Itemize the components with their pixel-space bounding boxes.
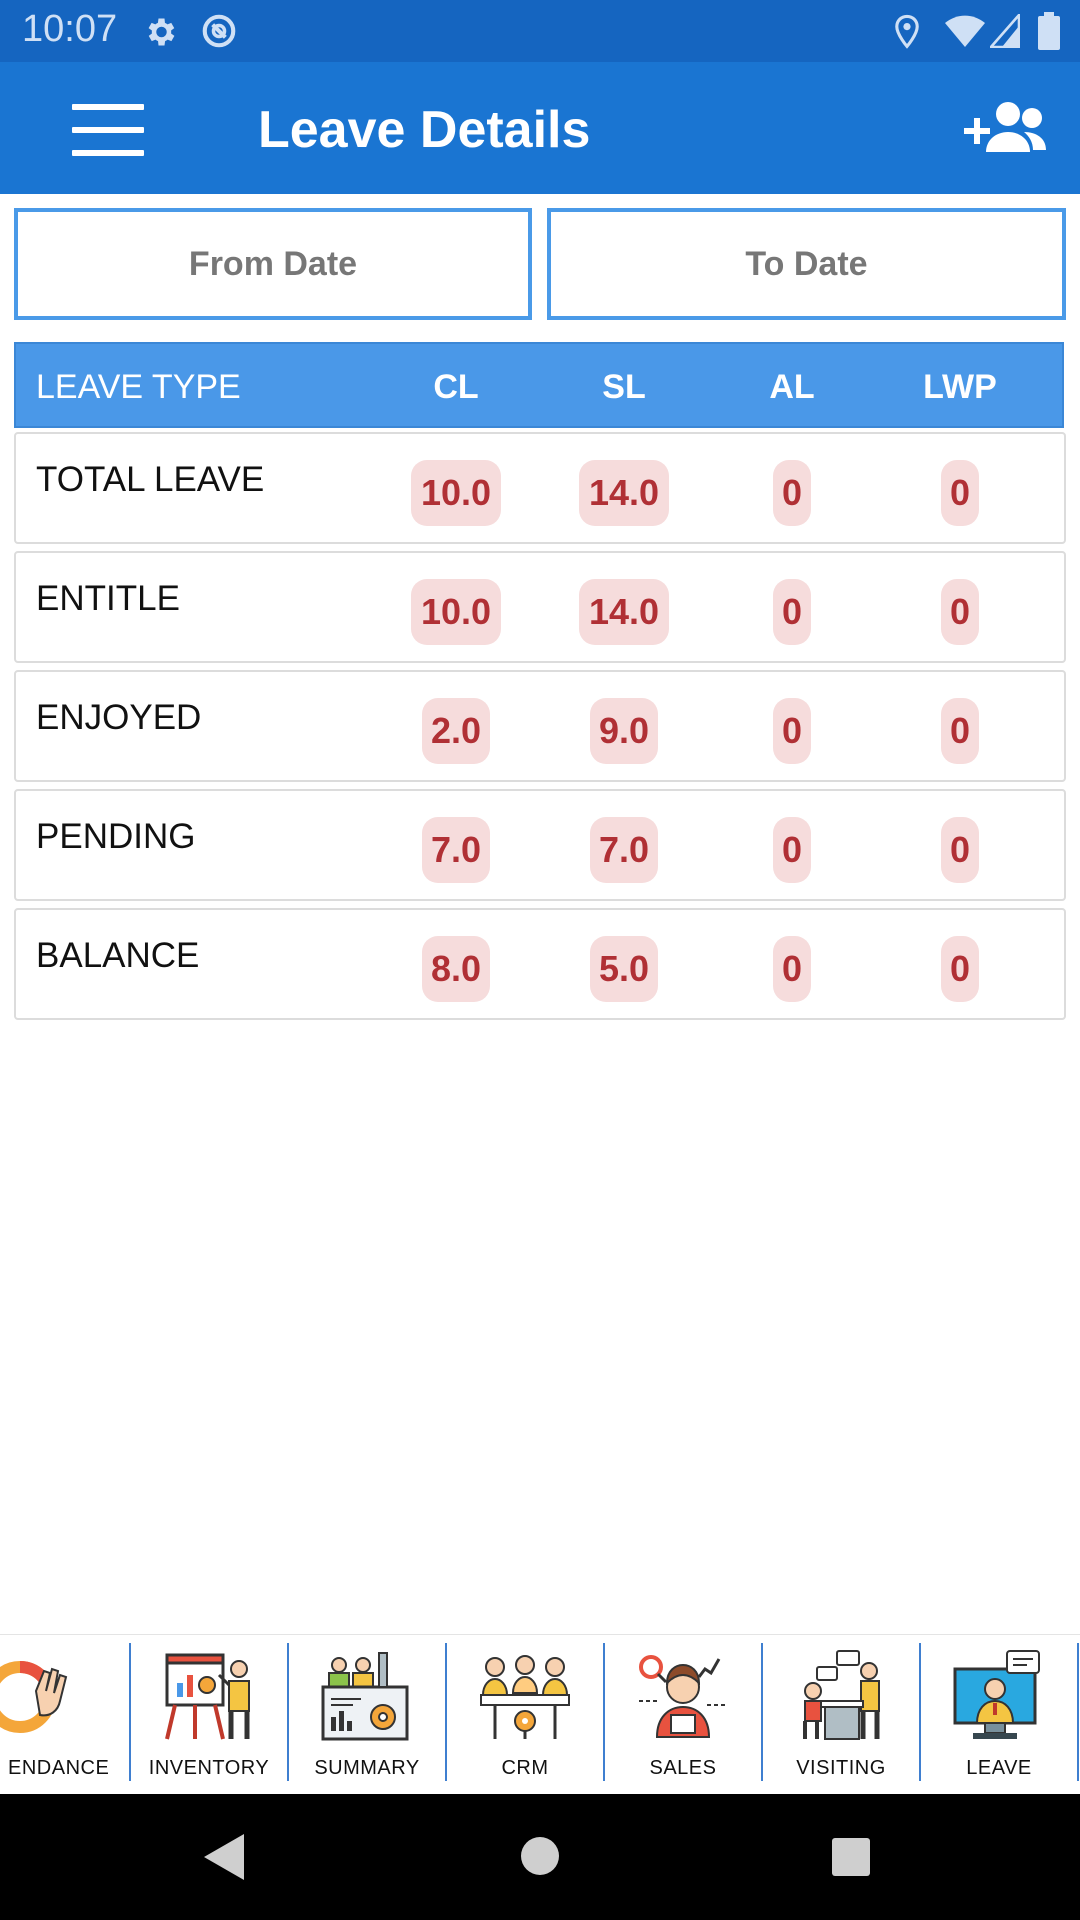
page-title: Leave Details — [258, 101, 591, 159]
cl-value-badge: 2.0 — [422, 698, 490, 764]
cl-value-badge: 10.0 — [411, 460, 501, 526]
row-label: ENTITLE — [36, 579, 180, 618]
header-lwp: LWP — [923, 368, 997, 406]
table-row: PENDING 7.0 7.0 0 0 — [14, 789, 1066, 901]
nav-item-attendance[interactable]: ENDANCE — [0, 1643, 130, 1779]
nav-item-crm[interactable]: CRM — [447, 1643, 603, 1779]
lwp-value-badge: 0 — [941, 698, 979, 764]
lwp-value-badge: 0 — [941, 936, 979, 1002]
nav-label: VISITING — [796, 1757, 886, 1779]
row-label: TOTAL LEAVE — [36, 460, 265, 499]
nav-label: CRM — [501, 1757, 549, 1779]
location-icon — [895, 14, 919, 49]
table-row: ENTITLE 10.0 14.0 0 0 — [14, 551, 1066, 663]
settings-icon — [148, 18, 175, 46]
recents-icon[interactable] — [832, 1838, 870, 1876]
from-date-button[interactable]: From Date — [14, 208, 532, 320]
to-date-button[interactable]: To Date — [547, 208, 1066, 320]
nav-label: INVENTORY — [148, 1757, 270, 1779]
cl-value-badge: 7.0 — [422, 817, 490, 883]
bottom-nav: ENDANCE INVENTORY SUMMARY CRM SALES VISI… — [0, 1634, 1080, 1795]
al-value-badge: 0 — [773, 460, 811, 526]
table-header: LEAVE TYPE CL SL AL LWP — [14, 342, 1064, 428]
app-bar: Leave Details — [0, 62, 1080, 194]
sl-value-badge: 7.0 — [590, 817, 658, 883]
nav-label: SALES — [649, 1757, 717, 1779]
home-icon[interactable] — [520, 1836, 560, 1876]
nav-item-visiting[interactable]: VISITING — [763, 1643, 919, 1779]
sales-icon — [639, 1655, 727, 1738]
sync-icon — [202, 14, 236, 48]
table-row: TOTAL LEAVE 10.0 14.0 0 0 — [14, 432, 1066, 544]
cl-value-badge: 10.0 — [411, 579, 501, 645]
visiting-icon — [803, 1650, 880, 1740]
leave-icon — [953, 1650, 1040, 1739]
system-nav-bar — [0, 1794, 1080, 1920]
lwp-value-badge: 0 — [941, 817, 979, 883]
header-sl: SL — [602, 368, 646, 406]
row-label: PENDING — [36, 817, 196, 856]
nav-item-inventory[interactable]: INVENTORY — [131, 1643, 287, 1779]
sl-value-badge: 14.0 — [579, 460, 669, 526]
nav-item-sales[interactable]: SALES — [605, 1643, 761, 1779]
table-row: BALANCE 8.0 5.0 0 0 — [14, 908, 1066, 1020]
add-user-icon[interactable] — [960, 98, 1050, 158]
header-cl: CL — [433, 368, 479, 406]
header-leave-type: LEAVE TYPE — [36, 368, 241, 406]
crm-icon — [480, 1655, 570, 1739]
table-row: ENJOYED 2.0 9.0 0 0 — [14, 670, 1066, 782]
row-label: ENJOYED — [36, 698, 202, 737]
back-icon[interactable] — [204, 1834, 244, 1880]
sl-value-badge: 9.0 — [590, 698, 658, 764]
row-label: BALANCE — [36, 936, 200, 975]
al-value-badge: 0 — [773, 936, 811, 1002]
nav-label: ENDANCE — [8, 1757, 110, 1779]
attendance-icon — [0, 1661, 68, 1733]
header-al: AL — [769, 368, 815, 406]
lwp-value-badge: 0 — [941, 460, 979, 526]
status-bar: 10:07 — [0, 0, 1080, 62]
sl-value-badge: 5.0 — [590, 936, 658, 1002]
inventory-icon — [165, 1653, 250, 1740]
status-time: 10:07 — [22, 8, 118, 50]
nav-item-leave[interactable]: LEAVE — [921, 1643, 1077, 1779]
al-value-badge: 0 — [773, 698, 811, 764]
wifi-icon — [945, 15, 985, 48]
al-value-badge: 0 — [773, 817, 811, 883]
signal-icon — [990, 14, 1020, 48]
battery-icon — [1038, 12, 1060, 50]
sl-value-badge: 14.0 — [579, 579, 669, 645]
nav-item-summary[interactable]: SUMMARY — [289, 1643, 445, 1779]
nav-label: SUMMARY — [314, 1757, 420, 1779]
nav-label: LEAVE — [966, 1757, 1032, 1779]
nav-divider — [1077, 1643, 1079, 1781]
lwp-value-badge: 0 — [941, 579, 979, 645]
hamburger-menu-icon[interactable] — [72, 104, 144, 156]
cl-value-badge: 8.0 — [422, 936, 490, 1002]
al-value-badge: 0 — [773, 579, 811, 645]
summary-icon — [321, 1652, 409, 1741]
